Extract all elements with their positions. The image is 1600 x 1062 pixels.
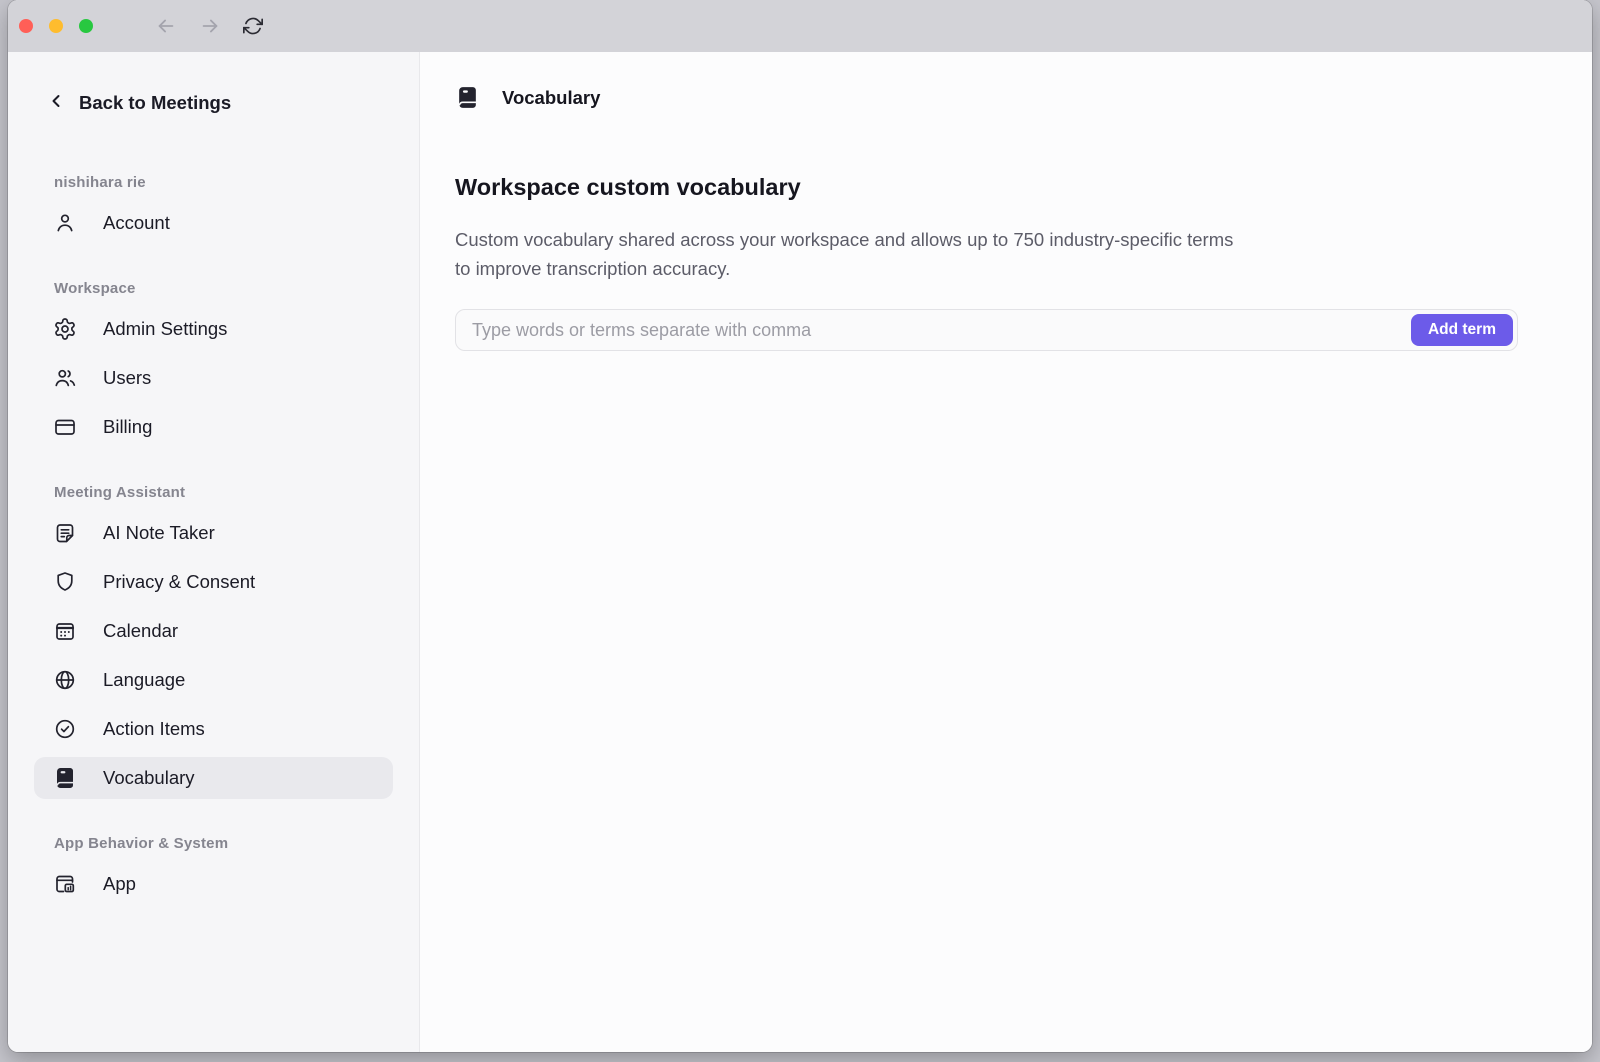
sidebar-item-label: Language bbox=[103, 669, 185, 691]
forward-arrow-icon[interactable] bbox=[199, 15, 221, 37]
sidebar-item-privacy-consent[interactable]: Privacy & Consent bbox=[34, 561, 393, 603]
shield-icon bbox=[53, 570, 77, 594]
add-term-button[interactable]: Add term bbox=[1411, 314, 1513, 346]
close-window-button[interactable] bbox=[19, 19, 33, 33]
sidebar-item-label: Users bbox=[103, 367, 151, 389]
term-input-group: Add term bbox=[455, 309, 1518, 351]
zoom-window-button[interactable] bbox=[79, 19, 93, 33]
main-content: Vocabulary Workspace custom vocabulary C… bbox=[420, 52, 1592, 1052]
sidebar-item-users[interactable]: Users bbox=[34, 357, 393, 399]
book-icon bbox=[53, 766, 77, 790]
reload-icon[interactable] bbox=[243, 16, 263, 36]
chevron-left-icon bbox=[46, 91, 66, 116]
sidebar-item-label: Billing bbox=[103, 416, 152, 438]
calendar-icon bbox=[53, 619, 77, 643]
minimize-window-button[interactable] bbox=[49, 19, 63, 33]
app-window: Back to Meetings nishihara rie Account W… bbox=[8, 0, 1592, 1052]
users-icon bbox=[53, 366, 77, 390]
sidebar-item-app[interactable]: App bbox=[34, 863, 393, 905]
book-icon bbox=[455, 85, 480, 110]
sidebar-item-account[interactable]: Account bbox=[34, 202, 393, 244]
page-title: Vocabulary bbox=[502, 87, 600, 109]
sidebar: Back to Meetings nishihara rie Account W… bbox=[8, 52, 420, 1052]
sidebar-item-billing[interactable]: Billing bbox=[34, 406, 393, 448]
sidebar-item-vocabulary[interactable]: Vocabulary bbox=[34, 757, 393, 799]
sidebar-item-label: Action Items bbox=[103, 718, 205, 740]
credit-card-icon bbox=[53, 415, 77, 439]
note-icon bbox=[53, 521, 77, 545]
gear-icon bbox=[53, 317, 77, 341]
back-arrow-icon[interactable] bbox=[155, 15, 177, 37]
page-header: Vocabulary bbox=[455, 85, 1518, 110]
globe-icon bbox=[53, 668, 77, 692]
section-label-meeting-assistant: Meeting Assistant bbox=[34, 484, 393, 501]
sidebar-item-action-items[interactable]: Action Items bbox=[34, 708, 393, 750]
traffic-lights bbox=[19, 19, 93, 33]
section-title: Workspace custom vocabulary bbox=[455, 174, 1518, 201]
sidebar-item-admin-settings[interactable]: Admin Settings bbox=[34, 308, 393, 350]
sidebar-item-label: App bbox=[103, 873, 136, 895]
section-label-workspace: Workspace bbox=[34, 280, 393, 297]
sidebar-item-label: Vocabulary bbox=[103, 767, 195, 789]
sidebar-item-label: AI Note Taker bbox=[103, 522, 215, 544]
check-circle-icon bbox=[53, 717, 77, 741]
sidebar-item-label: Privacy & Consent bbox=[103, 571, 255, 593]
term-input[interactable] bbox=[455, 309, 1518, 351]
sidebar-item-language[interactable]: Language bbox=[34, 659, 393, 701]
sidebar-item-label: Calendar bbox=[103, 620, 178, 642]
back-to-meetings-button[interactable]: Back to Meetings bbox=[34, 88, 393, 118]
title-bar bbox=[8, 0, 1592, 52]
section-label-user: nishihara rie bbox=[34, 174, 393, 191]
sidebar-item-calendar[interactable]: Calendar bbox=[34, 610, 393, 652]
sidebar-item-label: Admin Settings bbox=[103, 318, 227, 340]
sidebar-item-ai-note-taker[interactable]: AI Note Taker bbox=[34, 512, 393, 554]
section-label-app-behavior: App Behavior & System bbox=[34, 835, 393, 852]
app-window-icon bbox=[53, 872, 77, 896]
vocabulary-description: Custom vocabulary shared across your wor… bbox=[455, 225, 1250, 283]
back-label: Back to Meetings bbox=[79, 92, 231, 114]
sidebar-item-label: Account bbox=[103, 212, 170, 234]
user-icon bbox=[53, 211, 77, 235]
